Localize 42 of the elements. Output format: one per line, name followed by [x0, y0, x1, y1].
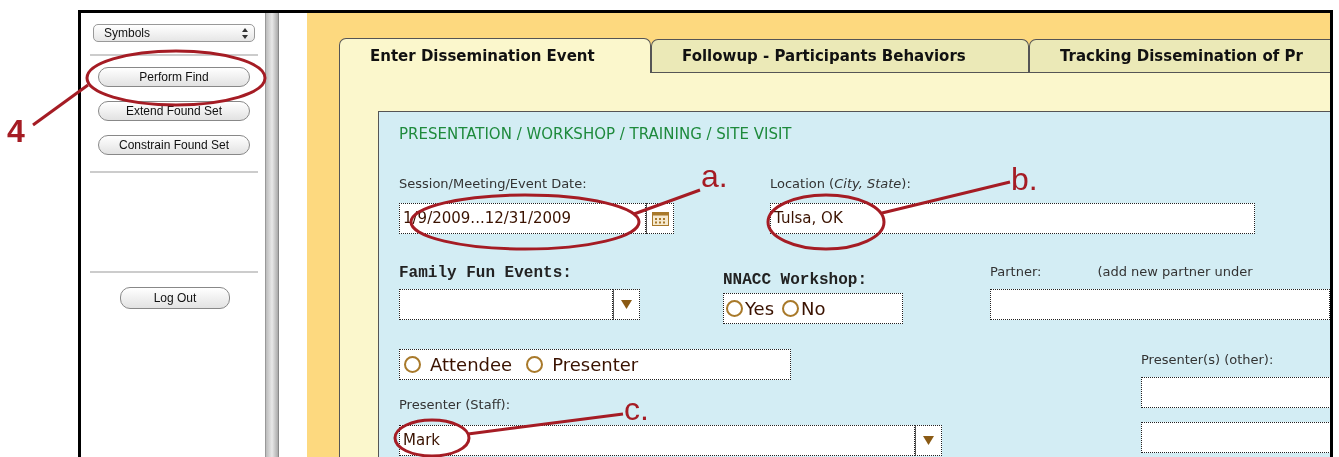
leader-line: [32, 83, 89, 127]
find-button[interactable]: Constrain Found Set: [98, 135, 250, 155]
leader-line: [633, 188, 701, 216]
find-button[interactable]: Perform Find: [98, 67, 250, 87]
field-label: Presenter(s) (other):: [1141, 352, 1274, 368]
radio-button[interactable]: [782, 300, 800, 317]
presenter-field[interactable]: Mark: [399, 425, 915, 456]
callout-label: b.: [1011, 163, 1038, 195]
stepper-icon: [242, 27, 248, 39]
callout-label: a.: [701, 160, 728, 192]
field-note: (add new partner under: [1097, 264, 1253, 280]
caret-icon: [621, 300, 632, 309]
field-label: Session/Meeting/Event Date:: [399, 176, 587, 192]
calendar-icon: [651, 211, 669, 226]
callout-label: c.: [624, 393, 649, 425]
caret-icon: [923, 436, 934, 445]
field-label: Partner:: [990, 264, 1042, 280]
field-label: NNACC Workshop:: [723, 271, 868, 287]
radio-label: Yes: [745, 298, 775, 319]
calendar-button[interactable]: [646, 203, 674, 234]
dropdown-button[interactable]: [915, 425, 942, 456]
tab[interactable]: Enter Dissemination Event: [339, 38, 651, 73]
tab[interactable]: Followup - Participants Behaviors: [651, 39, 1029, 72]
radio-label: Attendee: [430, 354, 513, 375]
radio-button[interactable]: [726, 300, 743, 317]
tab[interactable]: Tracking Dissemination of Pr: [1029, 39, 1330, 72]
dropdown-button[interactable]: [613, 289, 640, 320]
dropdown-field[interactable]: [399, 289, 613, 320]
field-label: Presenter (Staff):: [399, 397, 511, 413]
logout-button[interactable]: Log Out: [120, 287, 230, 309]
radio-label: Presenter: [552, 354, 639, 375]
location-field[interactable]: Tulsa, OK: [770, 203, 1255, 234]
symbols-dropdown[interactable]: Symbols: [93, 24, 255, 42]
field-label: Location (City, State):: [770, 176, 911, 192]
radio-button[interactable]: [526, 356, 544, 373]
callout-label: 4: [7, 115, 25, 147]
field-label: Family Fun Events:: [399, 264, 572, 280]
scrollbar[interactable]: [265, 13, 279, 457]
radio-button[interactable]: [404, 356, 421, 373]
section-title: PRESENTATION / WORKSHOP / TRAINING / SITE VISIT: [399, 125, 793, 143]
partner-field[interactable]: [990, 289, 1330, 320]
radio-label: No: [801, 298, 826, 319]
